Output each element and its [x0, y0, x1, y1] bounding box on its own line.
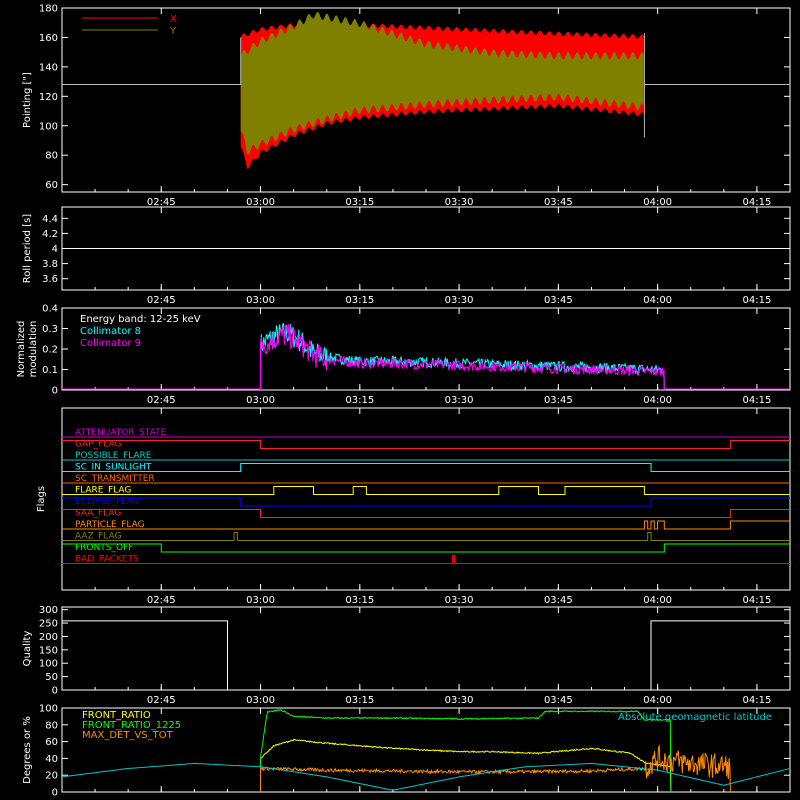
y-tick-label: 300 — [39, 605, 58, 616]
flag-trace — [62, 555, 790, 564]
x-tick-label: 04:00 — [643, 595, 672, 606]
y-axis-label: Normalized — [16, 321, 27, 378]
y-axis-label: Pointing ["] — [22, 72, 33, 128]
y-tick-label: 0.2 — [42, 345, 58, 356]
y-tick-label: 0.1 — [42, 365, 58, 376]
y-tick-label: 3.8 — [42, 259, 58, 270]
legend-label-x: X — [170, 14, 177, 25]
y-tick-label: 0 — [52, 788, 58, 799]
x-tick-label: 03:45 — [544, 197, 573, 208]
legend-label-collimator-9: Collimator 9 — [80, 338, 141, 349]
x-tick-label: 03:45 — [544, 695, 573, 706]
x-tick-label: 04:00 — [643, 295, 672, 306]
flag-trace — [62, 532, 790, 541]
x-tick-label: 04:15 — [742, 197, 771, 208]
x-tick-label: 03:30 — [445, 295, 474, 306]
y-tick-label: 160 — [39, 33, 58, 44]
y-tick-label: 40 — [45, 754, 58, 765]
x-tick-label: 03:45 — [544, 395, 573, 406]
x-tick-label: 03:30 — [445, 695, 474, 706]
ratio-series-3 — [61, 762, 791, 791]
flag-trace — [62, 463, 790, 472]
x-tick-label: 04:00 — [643, 695, 672, 706]
x-tick-label: 03:30 — [445, 595, 474, 606]
panel-frame — [61, 407, 791, 591]
y-tick-label: 100 — [39, 704, 58, 715]
y-axis-label: Roll period [s] — [22, 214, 33, 283]
legend-label-geomag: Absolute geomagnetic latitude — [618, 712, 772, 723]
y-tick-label: 4.4 — [42, 214, 58, 225]
y-tick-label: 60 — [45, 180, 58, 191]
flag-trace — [62, 440, 790, 449]
x-tick-label: 03:00 — [246, 395, 275, 406]
energy-band-label: Energy band: 12-25 keV — [80, 314, 201, 325]
quicklook-plot: 02:45 03:00 03:15 03:30 03:45 04:00 04:15 02:45… — [16, 4, 791, 799]
y-tick-label: 250 — [39, 619, 58, 630]
x-tick-label: 04:00 — [643, 197, 672, 208]
x-tick-label: 03:00 — [246, 295, 275, 306]
y-tick-label: 80 — [45, 720, 58, 731]
y-tick-label: 0 — [52, 386, 58, 397]
quality-series — [62, 620, 790, 691]
y-axis-label: Quality — [22, 631, 33, 667]
x-tick-label: 02:45 — [147, 197, 176, 208]
y-axis-label: modulation — [28, 321, 39, 378]
x-tick-label: 04:15 — [742, 595, 771, 606]
x-tick-label: 02:45 — [147, 395, 176, 406]
y-tick-label: 50 — [45, 672, 58, 683]
y-tick-label: 100 — [39, 121, 58, 132]
y-tick-label: 100 — [39, 659, 58, 670]
flag-trace — [62, 486, 790, 495]
y-tick-label: 0.4 — [42, 304, 58, 315]
flag-trace — [62, 509, 790, 518]
x-tick-label: 03:00 — [246, 595, 275, 606]
x-tick-label: 03:45 — [544, 295, 573, 306]
y-tick-label: 20 — [45, 771, 58, 782]
x-tick-label: 03:00 — [246, 197, 275, 208]
flag-trace — [62, 497, 790, 507]
y-tick-label: 150 — [39, 645, 58, 656]
y-tick-label: 0 — [52, 686, 58, 697]
y-tick-label: 180 — [39, 4, 58, 15]
x-tick-label: 04:15 — [742, 695, 771, 706]
x-tick-label: 03:30 — [445, 395, 474, 406]
x-tick-label: 03:45 — [544, 595, 573, 606]
x-tick-label: 04:00 — [643, 395, 672, 406]
y-tick-label: 4.2 — [42, 229, 58, 240]
y-tick-label: 60 — [45, 737, 58, 748]
ratio-series-2 — [260, 744, 731, 793]
legend-label-y: Y — [169, 26, 177, 37]
y-axis-label: Flags — [36, 486, 47, 512]
x-tick-label: 02:45 — [147, 595, 176, 606]
y-tick-label: 200 — [39, 632, 58, 643]
x-tick-label: 03:15 — [345, 695, 374, 706]
y-tick-label: 4 — [52, 244, 58, 255]
y-tick-label: 80 — [45, 151, 58, 162]
legend-label-ratio-2: MAX_DET_VS_TOT — [82, 730, 174, 741]
y-tick-label: 120 — [39, 92, 58, 103]
flag-trace — [62, 520, 790, 530]
x-tick-label: 02:45 — [147, 295, 176, 306]
y-tick-label: 140 — [39, 62, 58, 73]
flag-trace — [62, 543, 790, 553]
plot-root: 02:45 03:00 03:15 03:30 03:45 04:00 04:15 02:45… — [0, 0, 800, 800]
x-tick-label: 04:15 — [742, 395, 771, 406]
x-tick-label: 03:15 — [345, 295, 374, 306]
x-tick-label: 03:15 — [345, 395, 374, 406]
x-tick-label: 02:45 — [147, 695, 176, 706]
x-tick-label: 03:30 — [445, 197, 474, 208]
y-axis-label: Degrees or % — [22, 716, 33, 784]
modulation-series-8 — [260, 322, 665, 391]
x-tick-label: 03:00 — [246, 695, 275, 706]
panel-frame — [61, 606, 791, 691]
x-tick-label: 03:15 — [345, 197, 374, 208]
x-tick-label: 03:15 — [345, 595, 374, 606]
y-tick-label: 0.3 — [42, 324, 58, 335]
legend-label-collimator-8: Collimator 8 — [80, 326, 141, 337]
x-tick-label: 04:15 — [742, 295, 771, 306]
y-tick-label: 3.6 — [42, 274, 58, 285]
